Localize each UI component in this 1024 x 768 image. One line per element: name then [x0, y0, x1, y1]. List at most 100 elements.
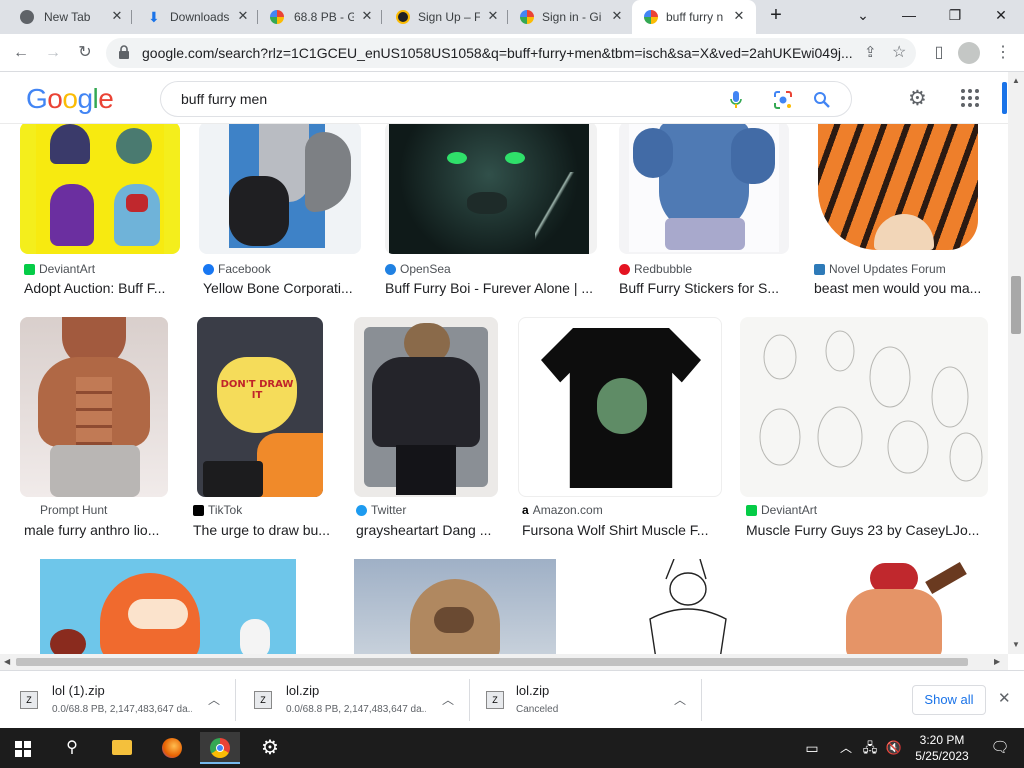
image-result[interactable]: DeviantArt Muscle Furry Guys 23 by Casey…: [740, 317, 992, 545]
result-source[interactable]: Redbubble: [619, 262, 692, 276]
image-result[interactable]: DeviantArt Adopt Auction: Buff F...: [20, 124, 180, 304]
result-caption[interactable]: male furry anthro lio...: [24, 522, 168, 538]
result-caption[interactable]: Fursona Wolf Shirt Muscle F...: [522, 522, 722, 538]
result-thumbnail[interactable]: [20, 124, 180, 254]
chevron-up-icon[interactable]: ︿: [442, 691, 454, 708]
menu-kebab-icon[interactable]: ⋮: [990, 40, 1016, 66]
minimize-button[interactable]: —: [886, 0, 932, 34]
close-icon[interactable]: ✕: [110, 9, 124, 23]
network-icon[interactable]: 🖧: [858, 732, 882, 764]
result-source[interactable]: OpenSea: [385, 262, 451, 276]
result-caption[interactable]: beast men would you ma...: [814, 280, 986, 296]
reload-button[interactable]: ↻: [72, 40, 98, 66]
settings-gear-icon[interactable]: ⚙: [250, 732, 290, 764]
tab-downloads[interactable]: ⬇ Downloads ✕: [132, 0, 258, 34]
result-source[interactable]: DeviantArt: [746, 503, 817, 517]
result-source[interactable]: TikTok: [193, 503, 242, 517]
result-caption[interactable]: Muscle Furry Guys 23 by CaseyLJo...: [746, 522, 982, 538]
result-caption[interactable]: Buff Furry Boi - Furever Alone | ...: [385, 280, 593, 296]
chevron-up-icon[interactable]: ︿: [208, 691, 220, 708]
scroll-up-arrow-icon[interactable]: ▲: [1012, 76, 1020, 85]
close-icon[interactable]: ✕: [236, 9, 250, 23]
result-thumbnail[interactable]: [385, 124, 597, 254]
lens-camera-icon[interactable]: [773, 90, 793, 110]
search-icon[interactable]: ⚲: [52, 732, 92, 764]
clock[interactable]: 3:20 PM 5/25/2023: [912, 732, 972, 764]
image-result[interactable]: [616, 559, 766, 654]
result-thumbnail[interactable]: [518, 317, 722, 497]
result-source[interactable]: Facebook: [203, 262, 271, 276]
close-icon[interactable]: ✕: [360, 9, 374, 23]
image-result[interactable]: a Amazon.com Fursona Wolf Shirt Muscle F.…: [518, 317, 728, 545]
download-item[interactable]: Z lol.zip 0.0/68.8 PB, 2,147,483,647 da.…: [238, 679, 470, 721]
download-item[interactable]: Z lol.zip Canceled ︿: [470, 679, 702, 721]
result-thumbnail[interactable]: [616, 559, 766, 654]
close-window-button[interactable]: ✕: [978, 0, 1024, 34]
image-result[interactable]: Twitter graysheartart Dang ...: [354, 317, 504, 545]
image-result[interactable]: OpenSea Buff Furry Boi - Furever Alone |…: [385, 124, 601, 304]
image-result[interactable]: [354, 559, 556, 654]
settings-gear-icon[interactable]: ⚙: [908, 86, 927, 111]
scroll-thumb[interactable]: [16, 658, 968, 666]
address-bar[interactable]: google.com/search?rlz=1C1GCEU_enUS1058US…: [106, 38, 916, 68]
chrome-icon[interactable]: [200, 732, 240, 764]
result-thumbnail[interactable]: DON'T DRAW IT: [197, 317, 323, 497]
search-input[interactable]: buff furry men: [181, 91, 267, 107]
image-result[interactable]: Prompt Hunt male furry anthro lio...: [20, 317, 176, 545]
keyboard-icon[interactable]: ▭: [792, 732, 832, 764]
apps-grid-icon[interactable]: [960, 88, 980, 108]
new-tab-button[interactable]: +: [756, 0, 796, 34]
result-caption[interactable]: The urge to draw bu...: [193, 522, 333, 538]
close-download-bar-icon[interactable]: ✕: [998, 689, 1011, 707]
image-result[interactable]: DON'T DRAW IT TikTok The urge to draw bu…: [193, 317, 337, 545]
tab-buff-furry[interactable]: buff furry n ✕: [632, 0, 756, 34]
tab-new-tab[interactable]: New Tab ✕: [0, 0, 132, 34]
sign-in-button-edge[interactable]: [1002, 82, 1007, 114]
microphone-icon[interactable]: [729, 90, 743, 110]
result-caption[interactable]: Yellow Bone Corporati...: [203, 280, 361, 296]
scroll-down-arrow-icon[interactable]: ▼: [1012, 640, 1020, 649]
result-thumbnail[interactable]: [20, 317, 168, 497]
chevron-up-icon[interactable]: ︿: [834, 732, 858, 764]
tab-sign-up[interactable]: Sign Up – F ✕: [382, 0, 508, 34]
result-thumbnail[interactable]: [619, 124, 789, 254]
close-icon[interactable]: ✕: [610, 9, 624, 23]
result-thumbnail[interactable]: [40, 559, 296, 654]
horizontal-scrollbar[interactable]: ◀ ▶: [0, 654, 1008, 670]
image-result[interactable]: [40, 559, 296, 654]
image-result[interactable]: [806, 559, 986, 654]
scroll-left-arrow-icon[interactable]: ◀: [4, 657, 10, 666]
close-icon[interactable]: ✕: [486, 9, 500, 23]
show-all-button[interactable]: Show all: [912, 685, 986, 715]
result-thumbnail[interactable]: [814, 124, 982, 254]
image-result[interactable]: Facebook Yellow Bone Corporati...: [199, 124, 367, 304]
result-thumbnail[interactable]: [806, 559, 986, 654]
search-box[interactable]: buff furry men: [160, 81, 852, 117]
windows-start-icon[interactable]: [15, 741, 31, 757]
result-caption[interactable]: Buff Furry Stickers for S...: [619, 280, 787, 296]
image-result[interactable]: Novel Updates Forum beast men would you …: [814, 124, 994, 304]
result-thumbnail[interactable]: [354, 317, 498, 497]
firefox-icon[interactable]: [152, 732, 192, 764]
result-source[interactable]: DeviantArt: [24, 262, 95, 276]
search-icon[interactable]: [813, 91, 831, 109]
notification-icon[interactable]: 🗨: [980, 732, 1020, 764]
result-caption[interactable]: Adopt Auction: Buff F...: [24, 280, 180, 296]
bookmark-star-icon[interactable]: ☆: [892, 42, 906, 62]
back-button[interactable]: ←: [8, 40, 34, 66]
result-thumbnail[interactable]: [354, 559, 556, 654]
forward-button[interactable]: →: [40, 40, 66, 66]
result-source[interactable]: Prompt Hunt: [40, 503, 107, 517]
volume-muted-icon[interactable]: 🔇: [882, 732, 906, 764]
profile-avatar[interactable]: [958, 42, 980, 64]
result-caption[interactable]: graysheartart Dang ...: [356, 522, 502, 538]
restore-button[interactable]: ❐: [932, 0, 978, 34]
result-source[interactable]: Novel Updates Forum: [814, 262, 946, 276]
result-source[interactable]: a Amazon.com: [522, 503, 603, 517]
tab-sign-in[interactable]: Sign in - Gi ✕: [508, 0, 632, 34]
image-result[interactable]: Redbubble Buff Furry Stickers for S...: [619, 124, 795, 304]
chevron-up-icon[interactable]: ︿: [674, 691, 686, 708]
result-thumbnail[interactable]: [740, 317, 988, 497]
share-icon[interactable]: ⇪: [864, 43, 877, 61]
scroll-thumb[interactable]: [1011, 276, 1021, 334]
